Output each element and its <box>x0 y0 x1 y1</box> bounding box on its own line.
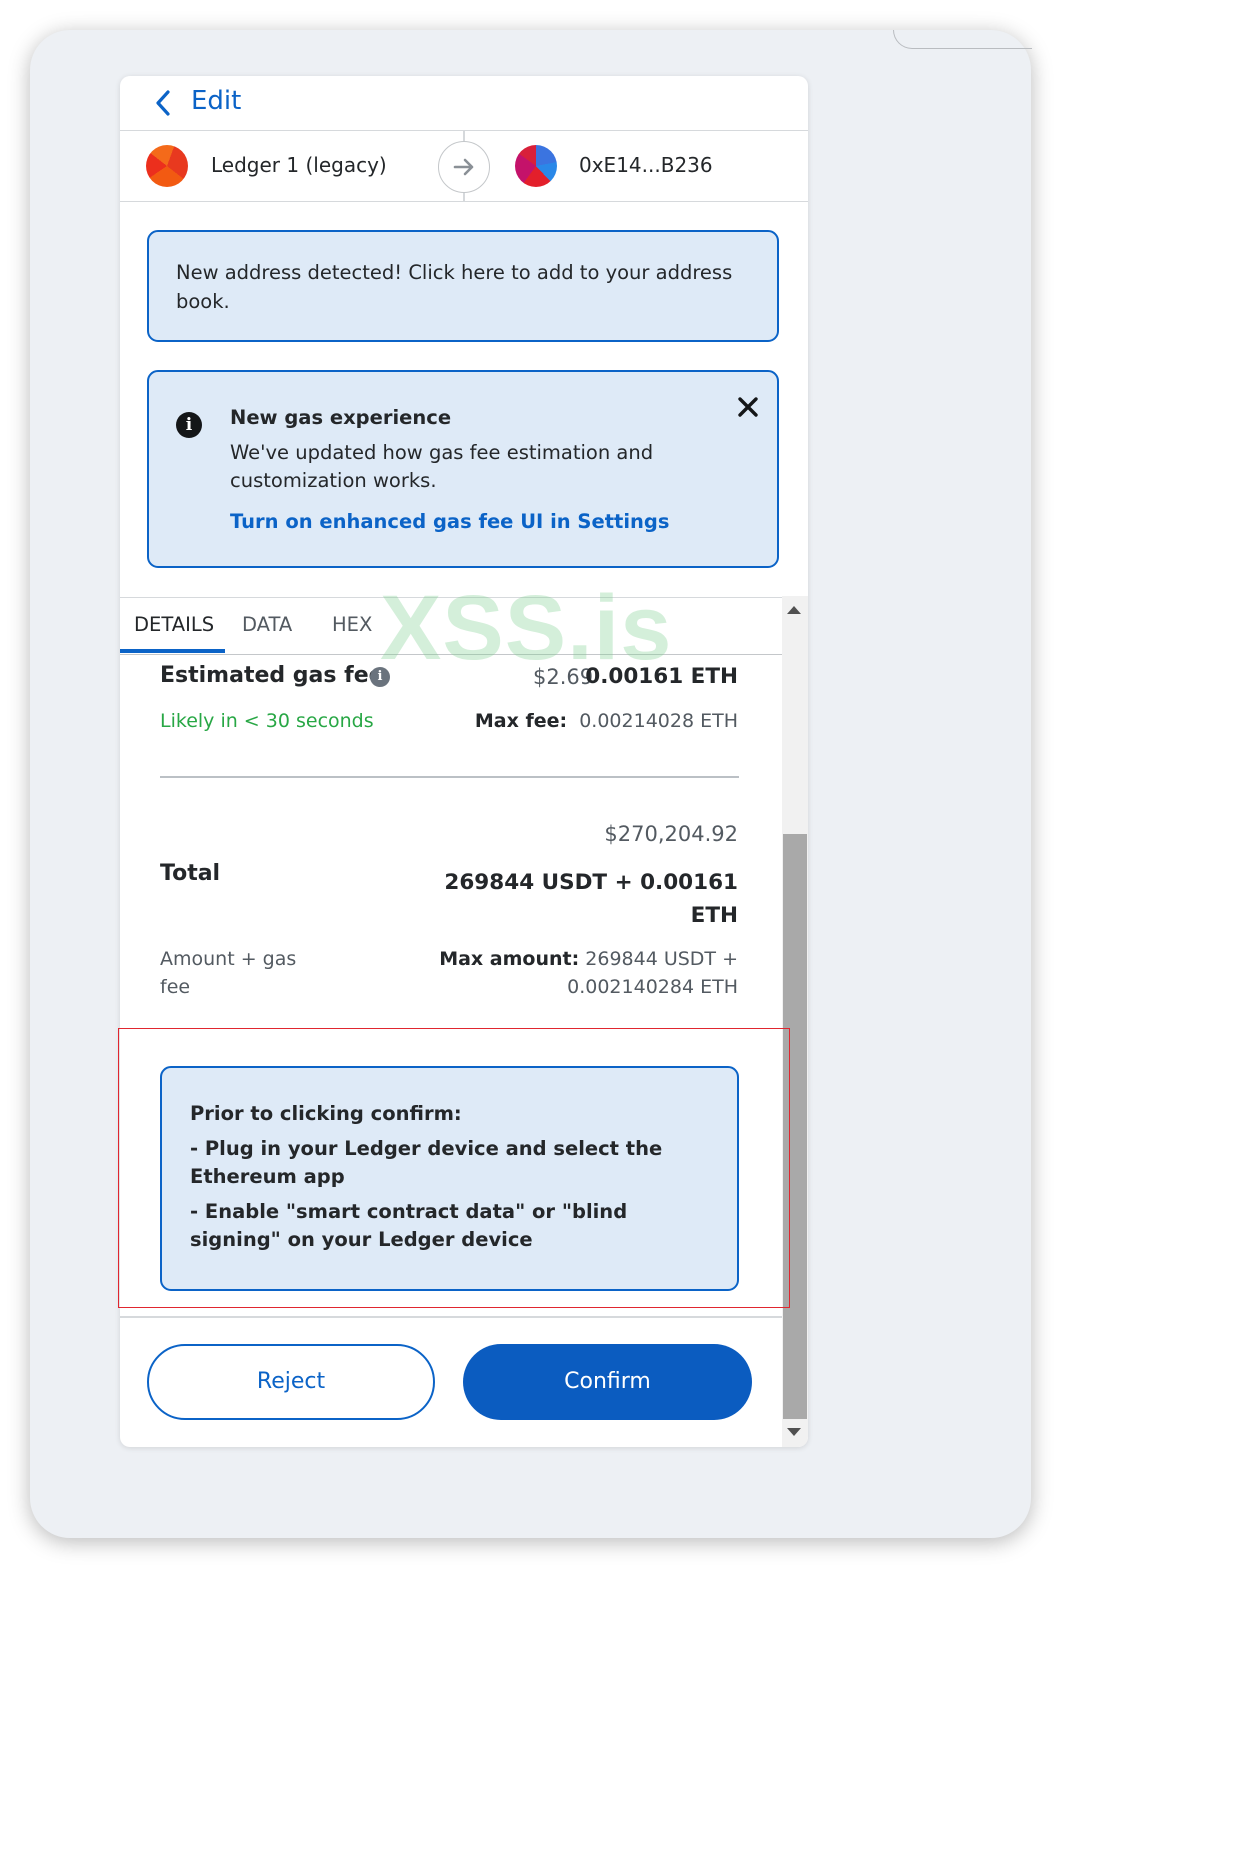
total-subtitle: Amount + gas fee <box>160 948 297 998</box>
max-fee-label: Max fee: <box>474 710 568 732</box>
arrow-right-icon <box>438 141 490 193</box>
window-corner-edge <box>893 30 1032 49</box>
active-tab-indicator <box>120 649 225 653</box>
max-amount-value: 269844 USDT + 0.002140284 ETH <box>567 948 738 998</box>
edit-link[interactable]: Edit <box>191 86 241 116</box>
new-address-notice[interactable]: New address detected! Click here to add … <box>147 230 779 342</box>
reject-button[interactable]: Reject <box>147 1344 435 1420</box>
recipient-address[interactable]: 0xE14...B236 <box>579 153 713 177</box>
total-amount: 269844 USDT + 0.00161 ETH <box>444 870 738 928</box>
tab-details[interactable]: DETAILS <box>134 613 214 636</box>
chevron-left-icon[interactable] <box>150 87 176 119</box>
scroll-up-arrow-icon[interactable] <box>787 606 801 614</box>
sender-recipient-row: Ledger 1 (legacy) 0xE14...B236 <box>120 131 808 202</box>
section-divider <box>160 776 739 778</box>
tab-data[interactable]: DATA <box>242 613 292 636</box>
notice-title: New gas experience <box>230 406 452 429</box>
recipient-avatar <box>515 145 557 187</box>
gas-timing-estimate: Likely in < 30 seconds <box>160 710 374 732</box>
total-label: Total <box>160 861 221 886</box>
watermark: XSS.is <box>380 577 673 679</box>
enhanced-gas-settings-link[interactable]: Turn on enhanced gas fee UI in Settings <box>230 510 669 533</box>
max-amount: Max amount: 269844 USDT + 0.002140284 ET… <box>318 945 738 1001</box>
new-gas-experience-notice: i New gas experience We've updated how g… <box>147 370 779 568</box>
tab-hex[interactable]: HEX <box>332 613 372 636</box>
sender-avatar <box>146 145 188 187</box>
close-icon[interactable] <box>735 394 761 420</box>
estimated-gas-fee-label: Estimated gas fee <box>160 663 384 688</box>
info-icon: i <box>176 412 202 438</box>
popup-header: Edit <box>120 76 808 131</box>
highlight-annotation-box <box>118 1028 790 1308</box>
total-usd: $270,204.92 <box>604 822 738 846</box>
notice-body: We've updated how gas fee estimation and… <box>230 441 654 492</box>
max-fee-value: 0.00214028 ETH <box>579 710 738 732</box>
scroll-down-arrow-icon[interactable] <box>787 1428 801 1436</box>
sender-account-name[interactable]: Ledger 1 (legacy) <box>211 153 387 177</box>
max-amount-label: Max amount: <box>439 948 580 970</box>
confirm-button[interactable]: Confirm <box>463 1344 752 1420</box>
footer-divider <box>120 1316 782 1318</box>
max-fee: Max fee: 0.00214028 ETH <box>475 710 738 732</box>
